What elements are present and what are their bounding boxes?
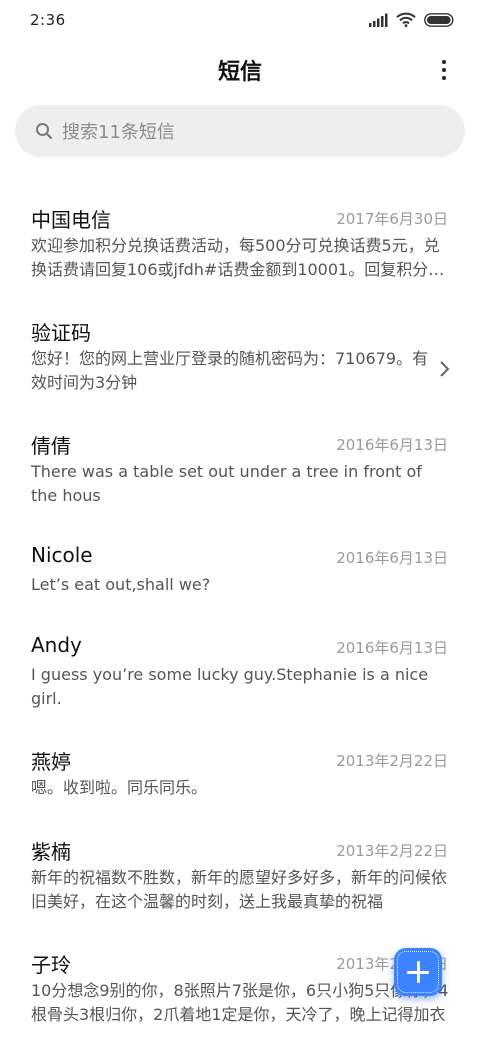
conversation-date: 2016年6月13日 [336,549,448,567]
status-bar: 2:36 [0,0,480,42]
search-input[interactable]: 搜索11条短信 [15,105,465,157]
conversation-date: 2013年2月22日 [336,842,448,860]
conversation-name: 子玲 [31,953,71,977]
conversation-name: 验证码 [31,321,91,345]
conversation-item[interactable]: Andy 2016年6月13日 I guess you’re some luck… [0,619,480,719]
conversation-name: 燕婷 [31,750,71,774]
status-time: 2:36 [30,11,66,29]
conversation-item[interactable]: 紫楠 2013年2月22日 新年的祝福数不胜数，新年的愿望好多好多，新年的问候依… [0,822,480,922]
conversation-name: 中国电信 [31,208,111,232]
conversation-name: Andy [31,633,82,657]
conversation-item[interactable]: 倩倩 2016年6月13日 There was a table set out … [0,416,480,516]
conversation-item[interactable]: 验证码 您好！您的网上营业厅登录的随机密码为：710679。有效时间为3分钟 [0,303,480,403]
conversation-preview: 嗯。收到啦。同乐同乐。 [31,778,208,797]
plus-icon [407,961,429,983]
conversation-preview: 10分想念9别的你，8张照片7张是你，6只小狗5只像你，4根骨头3根归你，2爪着… [31,981,449,1024]
conversation-preview: There was a table set out under a tree i… [31,462,422,505]
conversation-name: 紫楠 [31,840,71,864]
more-vertical-icon [442,60,446,64]
status-icons [368,12,454,27]
page-title: 短信 [217,60,262,85]
chevron-right-icon [440,361,450,377]
search-icon [36,123,53,140]
search-placeholder: 搜索11条短信 [62,122,175,143]
conversation-date: 2016年6月13日 [336,436,448,454]
more-options-button[interactable] [432,56,456,84]
conversation-preview: 欢迎参加积分兑换话费活动，每500分可兑换话费5元，兑换话费请回复106或jfd… [31,236,445,279]
conversation-date: 2013年2月22日 [336,752,448,770]
conversation-preview: 新年的祝福数不胜数，新年的愿望好多好多，新年的问候依旧美好，在这个温馨的时刻，送… [31,868,448,911]
conversation-preview: 您好！您的网上营业厅登录的随机密码为：710679。有效时间为3分钟 [31,349,429,392]
wifi-icon [396,12,416,27]
new-message-button[interactable] [394,948,442,996]
conversation-date: 2016年6月13日 [336,639,448,657]
conversation-name: 倩倩 [31,434,71,458]
conversation-item[interactable]: Nicole 2016年6月13日 Let’s eat out,shall we… [0,529,480,609]
conversation-item[interactable]: 燕婷 2013年2月22日 嗯。收到啦。同乐同乐。 [0,732,480,812]
app-header: 短信 [0,48,480,92]
conversation-preview: I guess you’re some lucky guy.Stephanie … [31,665,429,708]
conversation-preview: Let’s eat out,shall we? [31,575,211,594]
battery-icon [424,12,454,27]
conversation-date: 2017年6月30日 [336,210,448,228]
conversation-item[interactable]: 中国电信 2017年6月30日 欢迎参加积分兑换话费活动，每500分可兑换话费5… [0,190,480,290]
signal-icon [369,13,388,27]
conversation-name: Nicole [31,543,93,567]
